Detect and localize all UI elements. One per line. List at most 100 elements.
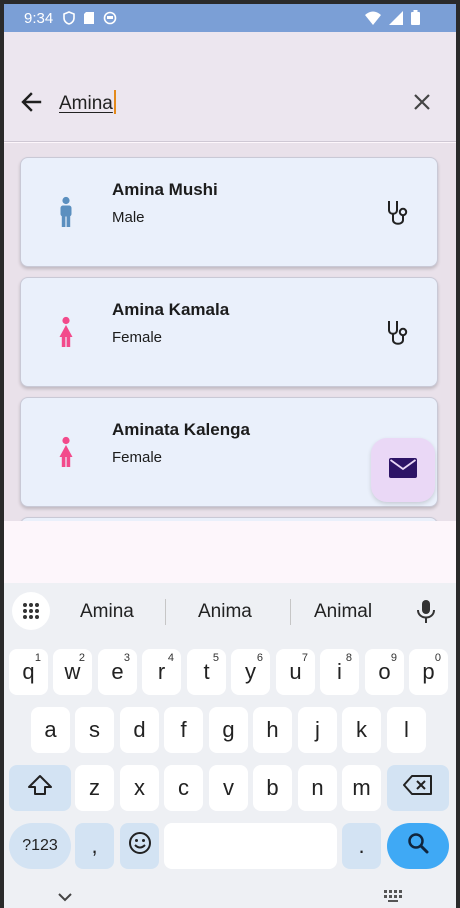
key[interactable]: q1 (9, 649, 48, 695)
symbols-key[interactable]: ?123 (9, 823, 71, 869)
divider (290, 599, 291, 625)
smiley-icon (128, 831, 152, 861)
suggestion[interactable]: Animal (314, 601, 372, 623)
female-person-icon (57, 436, 75, 468)
face-icon (103, 11, 117, 25)
comma-key[interactable]: , (75, 823, 114, 869)
key-label: n (311, 775, 324, 800)
key[interactable]: d (120, 707, 159, 753)
patient-card[interactable]: Amina Mushi Male (20, 157, 438, 267)
key[interactable]: n (298, 765, 337, 811)
key[interactable]: z (75, 765, 114, 811)
key-hint: 1 (34, 652, 41, 664)
key[interactable]: h (253, 707, 292, 753)
key-label: a (44, 717, 57, 742)
key[interactable]: b (253, 765, 292, 811)
battery-icon (411, 10, 420, 28)
period-key[interactable]: . (342, 823, 381, 869)
key[interactable]: o9 (365, 649, 404, 695)
backspace-icon (403, 774, 433, 802)
keyboard-nav-bar (4, 883, 456, 908)
key-label: o (378, 659, 391, 684)
patient-name: Amina Mushi (112, 180, 218, 199)
key[interactable]: x (120, 765, 159, 811)
key-hint: 5 (212, 652, 219, 664)
male-person-icon (57, 196, 75, 228)
key[interactable]: v (209, 765, 248, 811)
key[interactable]: y6 (231, 649, 270, 695)
key[interactable]: f (164, 707, 203, 753)
search-action-key[interactable] (387, 823, 449, 869)
key-label: g (222, 717, 235, 742)
key[interactable]: s (75, 707, 114, 753)
shield-icon (63, 11, 76, 25)
wifi-icon (365, 11, 381, 28)
hide-keyboard-chevron-icon[interactable] (58, 889, 72, 907)
key-label: j (315, 717, 320, 742)
patient-gender: Female (112, 449, 163, 466)
key-hint: 4 (167, 652, 174, 664)
key-label: q (22, 659, 35, 684)
key-label: u (289, 659, 302, 684)
key[interactable]: m (342, 765, 381, 811)
patient-gender: Male (112, 209, 145, 226)
key[interactable]: l (387, 707, 426, 753)
key[interactable]: p0 (409, 649, 448, 695)
key-label: e (111, 659, 124, 684)
clear-search-icon[interactable] (410, 90, 434, 114)
empty-area (4, 521, 456, 583)
space-bar[interactable] (164, 823, 337, 869)
divider (165, 599, 166, 625)
shift-key[interactable] (9, 765, 71, 811)
key-label: i (337, 659, 342, 684)
back-arrow-icon[interactable] (18, 88, 46, 116)
stethoscope-icon[interactable] (383, 318, 413, 348)
status-time: 9:34 (24, 9, 54, 27)
search-input[interactable]: Amina (59, 90, 116, 115)
stethoscope-icon[interactable] (383, 198, 413, 228)
key-label: s (89, 717, 100, 742)
patient-card[interactable]: Amina Kamala Female (20, 277, 438, 387)
on-screen-keyboard: Amina Anima Animal q1 w2 e3 r4 t5 y6 u7 … (4, 583, 456, 908)
key-label: . (358, 833, 365, 858)
backspace-key[interactable] (387, 765, 449, 811)
key[interactable]: k (342, 707, 381, 753)
key-label: f (180, 717, 187, 742)
key-label: m (352, 775, 371, 800)
female-person-icon (57, 316, 75, 348)
key[interactable]: g (209, 707, 248, 753)
text-cursor (113, 90, 116, 114)
key-label: l (404, 717, 409, 742)
key[interactable]: w2 (53, 649, 92, 695)
patient-gender: Female (112, 329, 163, 346)
key[interactable]: j (298, 707, 337, 753)
emoji-key[interactable] (120, 823, 159, 869)
key[interactable]: i8 (320, 649, 359, 695)
key-label: h (266, 717, 279, 742)
search-icon (407, 832, 429, 860)
key-label: x (134, 775, 145, 800)
key-label: v (223, 775, 234, 800)
search-input-value: Amina (59, 93, 113, 114)
key[interactable]: u7 (276, 649, 315, 695)
key-hint: 7 (301, 652, 308, 664)
key-label: y (245, 659, 256, 684)
message-fab-button[interactable] (371, 438, 435, 502)
status-bar: 9:34 (4, 4, 456, 32)
patient-name: Amina Kamala (112, 300, 230, 319)
patient-name: Aminata Kalenga (112, 420, 250, 439)
microphone-icon[interactable] (416, 599, 436, 625)
suggestion[interactable]: Amina (80, 601, 134, 623)
key-label: d (133, 717, 146, 742)
key[interactable]: c (164, 765, 203, 811)
key[interactable]: t5 (187, 649, 226, 695)
key[interactable]: a (31, 707, 70, 753)
suggestion[interactable]: Anima (198, 601, 252, 623)
key-label: t (203, 659, 210, 684)
app-grid-icon[interactable] (12, 592, 50, 630)
key[interactable]: e3 (98, 649, 137, 695)
keyboard-switch-icon[interactable] (384, 889, 402, 907)
key-hint: 6 (256, 652, 263, 664)
phone-screen: 9:34 Amina Amina Mushi Male Amina Kamala… (4, 4, 456, 908)
key[interactable]: r4 (142, 649, 181, 695)
